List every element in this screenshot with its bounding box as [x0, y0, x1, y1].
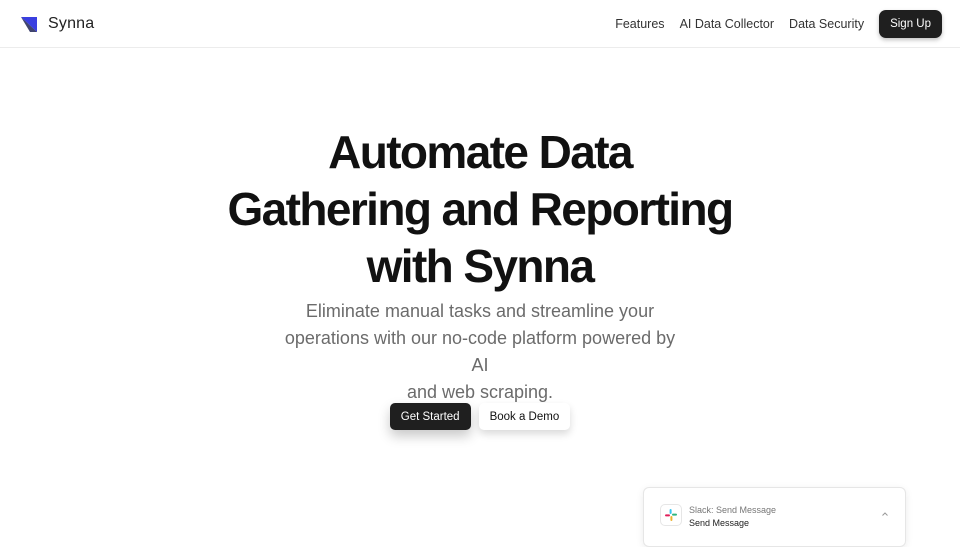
nav-link-ai-data-collector[interactable]: AI Data Collector	[680, 17, 774, 31]
slack-icon-container	[660, 504, 682, 526]
slack-icon	[665, 509, 677, 521]
sign-up-button[interactable]: Sign Up	[879, 9, 942, 38]
get-started-button[interactable]: Get Started	[389, 403, 471, 430]
triangle-logo-icon	[21, 16, 37, 32]
nav-link-data-security[interactable]: Data Security	[789, 17, 864, 31]
nav-links: Features AI Data Collector Data Security…	[615, 9, 942, 38]
nav-link-features[interactable]: Features	[615, 17, 664, 31]
brand-name: Synna	[48, 14, 95, 32]
hero-title-line: Gathering and Reporting	[227, 183, 735, 235]
hero-title: Automate Data Gathering and Reporting wi…	[130, 124, 830, 295]
hero-subtitle-line: and web scraping.	[406, 382, 554, 402]
book-demo-button[interactable]: Book a Demo	[478, 403, 571, 430]
chevron-up-icon[interactable]	[881, 510, 889, 518]
hero-title-line: with Synna	[366, 240, 595, 292]
slack-send-message-card[interactable]: Slack: Send Message Send Message	[643, 487, 906, 547]
slack-app-label: Slack: Send Message	[689, 505, 777, 515]
hero-title-line: Automate Data	[328, 126, 633, 178]
top-navbar: Synna Features AI Data Collector Data Se…	[0, 0, 960, 48]
hero-subtitle-line: Eliminate manual tasks and streamline yo…	[305, 301, 655, 321]
cta-buttons: Get Started Book a Demo	[0, 403, 960, 430]
slack-card-text: Slack: Send Message Send Message	[689, 504, 776, 530]
hero-subtitle-line: operations with our no-code platform pow…	[284, 328, 676, 375]
brand[interactable]: Synna	[20, 15, 94, 33]
hero-subtitle: Eliminate manual tasks and streamline yo…	[280, 298, 680, 406]
slack-action-label: Send Message	[689, 518, 750, 528]
